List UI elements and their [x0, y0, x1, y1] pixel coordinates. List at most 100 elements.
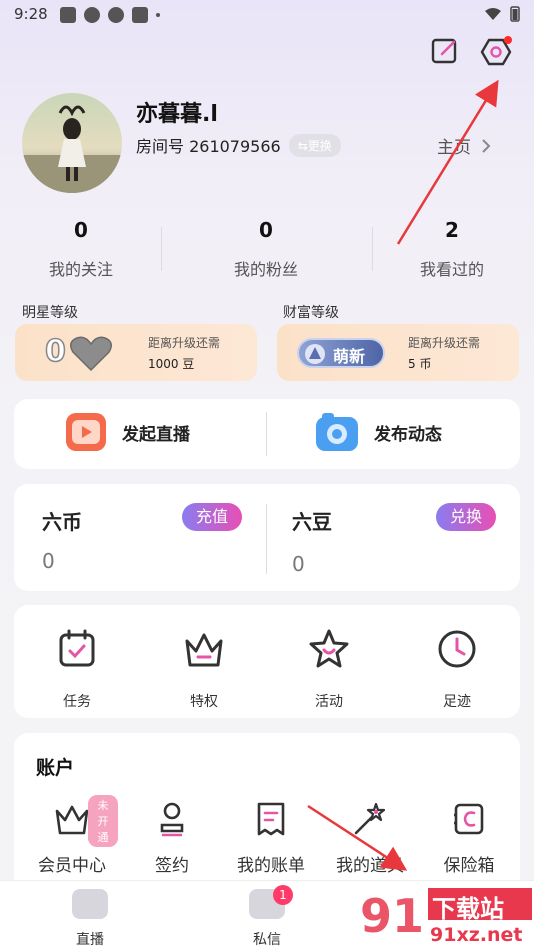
wealth-level-title: 财富等级	[283, 305, 339, 321]
star-icon	[309, 629, 349, 668]
avatar[interactable]	[22, 93, 122, 193]
account-item-sign[interactable]: 签约	[126, 801, 218, 876]
account-title: 账户	[36, 757, 75, 779]
app-notification-icon	[132, 7, 148, 23]
stat-value: 2	[445, 218, 459, 242]
wifi-icon	[485, 8, 501, 20]
coin-balance: 0	[42, 549, 55, 573]
start-live-label: 发起直播	[122, 424, 190, 445]
star-level-number: 0	[44, 333, 66, 370]
stamp-icon	[160, 802, 184, 837]
post-moment-label: 发布动态	[374, 424, 442, 445]
wallet-card: 六币 0 充值 六豆 0 兑换	[14, 484, 520, 591]
crown-icon	[185, 633, 223, 667]
nav-tab-label: 私信	[253, 932, 281, 948]
nav-tab-label: 直播	[76, 932, 104, 948]
crown-icon	[55, 805, 89, 835]
quick-item-activities[interactable]: 活动	[284, 627, 374, 711]
settings-button[interactable]	[480, 36, 512, 68]
account-item-label: 保险箱	[443, 856, 495, 876]
app-notification-icon	[84, 7, 100, 23]
quick-item-label: 任务	[63, 694, 91, 710]
account-item-vip[interactable]: 会员中心 未开通	[26, 795, 118, 876]
nav-tab-messages[interactable]: 1 私信	[227, 885, 307, 949]
account-item-safe[interactable]: 保险箱	[423, 801, 515, 876]
camera-icon	[316, 413, 358, 451]
star-level-card[interactable]: 0 距离升级还需 1000 豆	[15, 324, 257, 381]
room-info: 房间号 261079566 ⇆更换	[136, 133, 341, 157]
account-item-label: 我的账单	[237, 856, 305, 876]
wealth-level-sub: 距离升级还需	[408, 336, 481, 350]
exchange-button[interactable]: 兑换	[436, 503, 497, 531]
stat-value: 0	[259, 218, 273, 242]
notification-dot	[504, 36, 512, 44]
calendar-check-icon	[59, 629, 95, 667]
post-moment-button[interactable]: 发布动态	[314, 411, 442, 453]
account-item-props[interactable]: 我的道具	[324, 801, 416, 876]
home-page-link[interactable]: 主页	[437, 133, 491, 158]
stat-value: 0	[74, 218, 88, 242]
coin-title: 六币	[42, 510, 82, 534]
account-item-label: 签约	[155, 856, 189, 876]
stat-fans[interactable]: 0 我的粉丝	[177, 212, 355, 280]
star-level-title: 明星等级	[22, 305, 78, 321]
watermark-url: 91xz.net	[430, 924, 523, 946]
chevron-right-icon	[482, 138, 491, 153]
stat-label: 我的粉丝	[233, 260, 298, 279]
room-number: 房间号 261079566	[136, 137, 281, 156]
badge-triangle-icon	[305, 344, 325, 364]
switch-room-button[interactable]: ⇆更换	[288, 133, 341, 157]
account-card: 账户 会员中心 未开通 签约 我的账单 我的道具 保险箱	[14, 733, 520, 893]
watermark-text: 下载站	[432, 895, 504, 923]
more-dot-icon	[156, 13, 160, 17]
quick-item-label: 活动	[315, 694, 343, 710]
notification-icons	[60, 7, 160, 23]
battery-icon	[510, 6, 520, 22]
account-item-label: 会员中心	[38, 856, 106, 876]
bean-balance: 0	[292, 552, 305, 576]
account-item-bill[interactable]: 我的账单	[225, 801, 317, 876]
nickname: 亦暮暮.l	[136, 102, 218, 127]
wealth-badge: 萌新	[297, 338, 385, 368]
home-page-label: 主页	[437, 138, 471, 158]
status-time: 9:28	[14, 5, 48, 23]
start-live-button[interactable]: 发起直播	[64, 411, 190, 453]
watermark-logo: 91 下载站 91xz.net	[356, 882, 534, 950]
star-level-sub: 距离升级还需	[148, 336, 221, 350]
app-notification-icon	[108, 7, 124, 23]
quick-item-label: 特权	[190, 694, 218, 710]
app-notification-icon	[60, 7, 76, 23]
stats-row: 0 我的关注 0 我的粉丝 2 我看过的	[0, 212, 534, 282]
actions-card: 发起直播 发布动态	[14, 399, 520, 469]
star-level-value: 1000 豆	[148, 357, 195, 371]
bean-title: 六豆	[292, 510, 332, 534]
quick-item-footprint[interactable]: 足迹	[412, 627, 502, 711]
account-item-label: 我的道具	[336, 856, 404, 876]
receipt-icon	[257, 802, 285, 836]
stat-following[interactable]: 0 我的关注	[0, 212, 170, 280]
clock-icon	[438, 630, 476, 668]
status-bar: 9:28	[0, 0, 534, 28]
nav-tab-live[interactable]: 直播	[50, 889, 130, 949]
quick-item-label: 足迹	[443, 694, 471, 710]
edit-profile-button[interactable]	[430, 36, 462, 68]
divider	[161, 227, 162, 271]
quick-actions-card: 任务 特权 活动 足迹	[14, 605, 520, 718]
quick-item-privileges[interactable]: 特权	[159, 627, 249, 711]
not-activated-badge: 未开通	[88, 795, 118, 847]
safe-icon	[454, 803, 484, 835]
wealth-level-value: 5 币	[408, 357, 432, 371]
divider	[266, 412, 267, 456]
edit-icon	[431, 38, 457, 64]
quick-item-tasks[interactable]: 任务	[32, 627, 122, 711]
wealth-badge-label: 萌新	[333, 347, 366, 366]
stat-watched[interactable]: 2 我看过的	[363, 212, 534, 280]
recharge-button[interactable]: 充值	[182, 503, 243, 531]
stat-label: 我的关注	[48, 260, 113, 279]
wealth-level-card[interactable]: 萌新 距离升级还需 5 币	[277, 324, 519, 381]
stat-label: 我看过的	[419, 260, 484, 279]
divider	[266, 504, 267, 574]
system-icons	[484, 6, 520, 22]
svg-text:91: 91	[360, 889, 424, 943]
heart-icon	[70, 336, 112, 372]
